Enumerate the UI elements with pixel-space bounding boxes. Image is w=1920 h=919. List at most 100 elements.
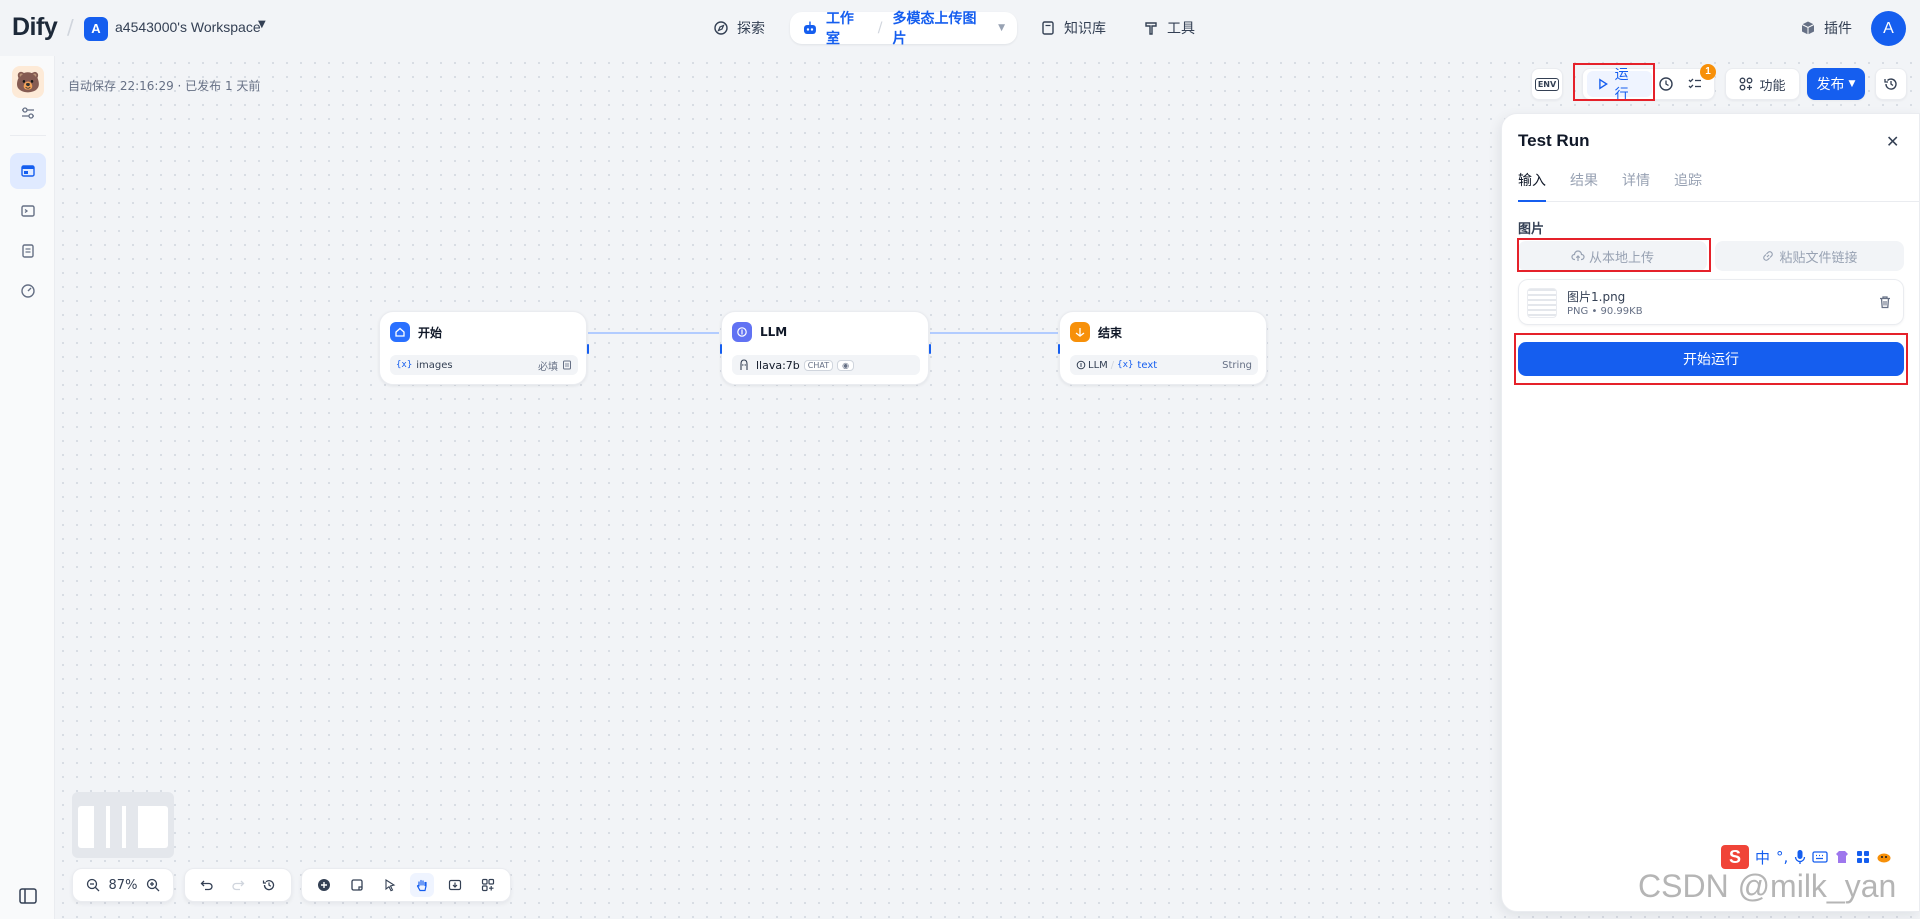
node-end[interactable]: 结束 LLM / {x} text String [1058,311,1267,385]
highlight-start-run [1514,333,1908,385]
test-run-tabs: 输入 结果 详情 追踪 [1518,170,1920,202]
redo-button[interactable] [226,873,250,897]
user-avatar[interactable]: A [1871,11,1906,46]
ime-mode[interactable]: 中 [1755,847,1770,868]
zoom-out-icon [86,878,100,892]
file-thumbnail [1527,288,1557,318]
breadcrumb-separator: / [67,15,74,39]
tab-input[interactable]: 输入 [1518,170,1546,202]
node-end-title: 结束 [1098,325,1123,340]
sidebar-divider [10,135,46,136]
grid-plus-icon [1740,77,1753,91]
tab-detail[interactable]: 详情 [1622,170,1650,202]
pointer-mode-button[interactable] [378,873,402,897]
features-button[interactable]: 功能 [1725,68,1800,100]
book-icon [1042,21,1054,35]
file-name: 图片1.png [1567,290,1626,304]
close-icon[interactable]: ✕ [1886,132,1899,151]
hand-icon [417,879,427,892]
sidebar-item-api[interactable] [10,193,46,229]
node-llm-input-handle[interactable] [720,344,722,354]
node-start-header: 开始 [390,322,442,342]
chevron-down-icon[interactable]: ▼ [258,19,266,30]
file-icon [563,360,571,370]
model-name: llava:7b [756,358,800,372]
chevron-down-icon: ▼ [1848,79,1856,89]
hand-mode-button[interactable] [410,873,435,897]
node-end-header: 结束 [1070,322,1122,342]
organize-layout-button[interactable] [476,873,500,897]
node-start-output-handle[interactable] [587,344,589,354]
workspace-name[interactable]: a4543000's Workspace [115,19,261,35]
clock-play-icon [1659,77,1673,91]
robot-icon [803,21,816,34]
version-history-button[interactable] [1875,68,1907,100]
note-icon [351,879,363,891]
llm-icon [732,322,752,342]
publish-button[interactable]: 发布 ▼ [1807,68,1865,100]
add-node-button[interactable] [312,873,336,897]
ime-toolbar: S 中 °, [1717,843,1897,871]
link-icon [1763,251,1774,261]
toolbox-grid-icon[interactable] [1856,850,1870,864]
minimap[interactable] [72,792,174,858]
ime-mascot-icon[interactable] [1876,851,1892,863]
nav-tools[interactable]: 工具 [1143,12,1195,44]
node-start[interactable]: 开始 {x} images 必填 [379,311,589,385]
layout-grid-icon [481,878,494,892]
dify-logo[interactable]: Dify [12,13,58,42]
zoom-out-button[interactable] [81,873,105,897]
plugins-label: 插件 [1824,21,1852,37]
skin-icon[interactable] [1834,850,1850,864]
nav-knowledge[interactable]: 知识库 [1040,12,1106,44]
workspace-avatar[interactable]: A [84,17,108,41]
variable-name: images [416,359,453,371]
undo-button[interactable] [195,873,219,897]
add-note-button[interactable] [345,873,369,897]
run-history-button[interactable] [1652,71,1681,97]
sidebar-item-monitoring[interactable] [10,273,46,309]
trash-icon[interactable] [1877,294,1893,310]
cursor-icon [385,879,395,892]
hammer-icon [1145,22,1157,35]
keyboard-icon[interactable] [1812,851,1828,863]
model-mode-tag: CHAT [803,359,834,371]
nav-studio[interactable]: 工作室 / 多模态上传图片 ▼ [790,11,1017,47]
settings-sliders-icon[interactable] [20,106,36,120]
zoom-in-button[interactable] [141,873,165,897]
node-start-variable: {x} images 必填 [390,355,578,375]
sogou-logo-icon[interactable]: S [1721,845,1749,869]
zoom-in-icon [146,878,160,892]
llm-small-icon [1076,360,1086,370]
sidebar-item-logs[interactable] [10,233,46,269]
node-end-input-handle[interactable] [1058,344,1060,354]
microphone-icon[interactable] [1794,849,1806,865]
tab-tracing[interactable]: 追踪 [1674,170,1702,202]
tab-result[interactable]: 结果 [1570,170,1598,202]
variable-icon: {x} [396,360,413,370]
sidebar-collapse-icon[interactable] [18,886,38,906]
chevron-down-icon[interactable]: ▼ [998,23,1005,33]
features-label: 功能 [1759,78,1786,94]
gauge-icon [21,284,35,298]
current-app-name[interactable]: 多模态上传图片 [892,8,990,48]
plugins-button[interactable]: 插件 [1800,18,1852,38]
document-icon [22,244,34,258]
node-llm-model: llava:7b CHAT ◉ [732,355,920,375]
env-button[interactable]: ENV [1531,68,1563,100]
node-llm-output-handle[interactable] [929,344,931,354]
uploaded-file-card: 图片1.png PNG • 90.99KB [1518,279,1904,325]
zoom-level[interactable]: 87% [109,878,138,893]
paste-link-button[interactable]: 粘贴文件链接 [1715,241,1904,271]
sidebar-item-orchestrate[interactable] [10,153,46,189]
app-icon[interactable]: 🐻 [12,66,44,98]
highlight-run-button [1573,63,1655,101]
export-image-button[interactable] [443,873,467,897]
zoom-controls: 87% [72,868,174,902]
panel-title: Test Run [1518,131,1590,150]
node-llm[interactable]: LLM llava:7b CHAT ◉ [720,311,931,385]
change-history-button[interactable] [257,873,281,897]
ime-punctuation[interactable]: °, [1776,848,1788,866]
nav-explore[interactable]: 探索 [713,12,765,44]
minimap-node [126,792,138,858]
